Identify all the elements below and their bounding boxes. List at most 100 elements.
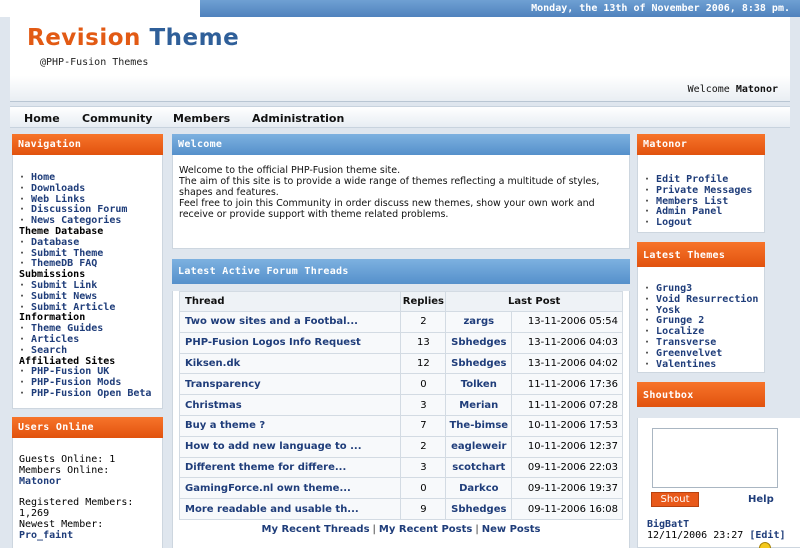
- table-row: Christmas 3 Merian 11-11-2006 07:28: [178, 394, 623, 416]
- last-post-author[interactable]: Merian: [445, 394, 513, 416]
- table-header-row: Thread Replies Last Post: [178, 291, 623, 312]
- reply-count: 3: [400, 394, 447, 416]
- reply-count: 7: [400, 414, 447, 437]
- nav-link[interactable]: Submit News: [19, 291, 162, 303]
- welcome-panel: Welcome to the official PHP-Fusion theme…: [172, 155, 630, 249]
- reply-count: 3: [400, 456, 447, 479]
- help-link[interactable]: Help: [748, 494, 774, 505]
- table-row: Different theme for differe... 3 scotchart…: [178, 456, 623, 479]
- thread-link[interactable]: Kiksen.dk: [178, 352, 402, 375]
- thread-link[interactable]: PHP-Fusion Logos Info Request: [178, 331, 402, 354]
- online-member-link[interactable]: Matonor: [19, 476, 162, 487]
- logo-subtitle: @PHP-Fusion Themes: [40, 57, 149, 68]
- theme-link[interactable]: Greenvelvet: [644, 348, 764, 360]
- last-post-date: 13-11-2006 05:54: [511, 311, 623, 333]
- reply-count: 0: [400, 477, 447, 500]
- table-row: How to add new language to ... 2 eagleweir…: [178, 435, 623, 458]
- logo-word-1: Revision: [27, 25, 141, 51]
- table-row: Two wow sites and a Footbal... 2 zargs 13-1…: [178, 311, 623, 333]
- nav-link[interactable]: Downloads: [19, 183, 162, 195]
- date-bar-spacer: [0, 0, 200, 17]
- new-posts-link[interactable]: New Posts: [482, 524, 541, 535]
- user-menu-link[interactable]: Private Messages: [644, 185, 764, 197]
- thread-link[interactable]: How to add new language to ...: [178, 435, 402, 458]
- forum-threads-panel: Thread Replies Last Post Two wow sites a…: [172, 291, 630, 548]
- navigation-panel: HomeDownloadsWeb LinksDiscussion ForumNe…: [12, 155, 163, 409]
- last-post-date: 13-11-2006 04:03: [511, 331, 623, 354]
- last-post-author[interactable]: eagleweir: [445, 435, 513, 458]
- users-online-title: Users Online: [12, 416, 163, 438]
- latest-themes-panel: Grung3Void ResurrectionYoskGrunge 2Local…: [637, 267, 765, 373]
- col-replies: Replies: [400, 291, 447, 312]
- user-menu-link[interactable]: Logout: [644, 217, 764, 229]
- shoutbox-panel: Shout Help BigBatT 12/11/2006 23:27 [Edi…: [637, 418, 800, 548]
- last-post-author[interactable]: scotchart: [445, 456, 513, 479]
- nav-link[interactable]: PHP-Fusion Open Beta: [19, 388, 162, 400]
- welcome-message: Welcome Matonor: [688, 84, 778, 95]
- my-recent-posts-link[interactable]: My Recent Posts: [379, 524, 472, 535]
- last-post-date: 10-11-2006 12:37: [511, 435, 623, 458]
- thread-link[interactable]: Different theme for differe...: [178, 456, 402, 479]
- last-post-author[interactable]: zargs: [445, 311, 513, 333]
- shoutbox-title: Shoutbox: [637, 382, 765, 407]
- last-post-author[interactable]: Darkco: [445, 477, 513, 500]
- forum-links: My Recent Threads | My Recent Posts | New Po…: [173, 524, 629, 535]
- last-post-author[interactable]: Sbhedges: [445, 498, 513, 520]
- table-row: More readable and usable th... 9 Sbhedges 0…: [178, 498, 623, 520]
- guests-online: Guests Online: 1: [19, 453, 116, 465]
- shout-edit-link[interactable]: [Edit]: [749, 530, 785, 541]
- nav-link[interactable]: Database: [19, 237, 162, 249]
- reply-count: 2: [400, 435, 447, 458]
- last-post-author[interactable]: Sbhedges: [445, 352, 513, 375]
- current-date: Monday, the 13th of November 2006, 8:38 …: [531, 3, 790, 14]
- my-recent-threads-link[interactable]: My Recent Threads: [262, 524, 370, 535]
- welcome-line: Feel free to join this Community in orde…: [179, 198, 595, 220]
- menu-members[interactable]: Members: [173, 112, 230, 125]
- registered-members-label: Registered Members:: [19, 496, 134, 508]
- last-post-date: 09-11-2006 19:37: [511, 477, 623, 500]
- last-post-date: 11-11-2006 07:28: [511, 394, 623, 416]
- reply-count: 0: [400, 373, 447, 396]
- reply-count: 2: [400, 311, 447, 333]
- left-column: Navigation HomeDownloadsWeb LinksDiscuss…: [12, 134, 163, 548]
- col-thread: Thread: [178, 291, 402, 312]
- theme-link[interactable]: Valentines: [644, 359, 764, 371]
- welcome-username: Matonor: [735, 84, 778, 95]
- last-post-date: 09-11-2006 16:08: [511, 498, 623, 520]
- col-last-post: Last Post: [445, 291, 623, 312]
- theme-link[interactable]: Void Resurrection: [644, 294, 764, 306]
- last-post-author[interactable]: Tolken: [445, 373, 513, 396]
- menu-home[interactable]: Home: [24, 112, 60, 125]
- last-post-date: 10-11-2006 17:53: [511, 414, 623, 437]
- newest-member-link[interactable]: Pro_faint: [19, 530, 162, 541]
- thread-link[interactable]: Two wow sites and a Footbal...: [178, 311, 402, 333]
- last-post-author[interactable]: Sbhedges: [445, 331, 513, 354]
- navigation-panel-title: Navigation: [12, 134, 163, 155]
- members-online-label: Members Online:: [19, 464, 110, 476]
- table-row: Buy a theme ? 7 The-bimse 10-11-2006 17:53: [178, 414, 623, 437]
- last-post-author[interactable]: The-bimse: [445, 414, 513, 437]
- center-column: Welcome Welcome to the official PHP-Fusi…: [172, 134, 630, 548]
- shout-button[interactable]: Shout: [651, 492, 699, 507]
- user-panel-title: Matonor: [637, 134, 765, 155]
- site-logo[interactable]: Revision Theme: [27, 25, 239, 51]
- shout-author-link[interactable]: BigBatT: [647, 519, 785, 530]
- thread-link[interactable]: Christmas: [178, 394, 402, 416]
- welcome-panel-title: Welcome: [172, 134, 630, 155]
- table-row: GamingForce.nl own theme... 0 Darkco 09-11-…: [178, 477, 623, 500]
- thread-link[interactable]: GamingForce.nl own theme...: [178, 477, 402, 500]
- separator: |: [372, 523, 376, 535]
- welcome-line: The aim of this site is to provide a wid…: [179, 176, 600, 198]
- thread-link[interactable]: More readable and usable th...: [178, 498, 402, 520]
- registered-members-count: 1,269: [19, 507, 50, 519]
- menu-administration[interactable]: Administration: [252, 112, 344, 125]
- shout-textarea[interactable]: [652, 428, 778, 488]
- reply-count: 9: [400, 498, 447, 520]
- thread-link[interactable]: Transparency: [178, 373, 402, 396]
- shout-date: 12/11/2006 23:27: [647, 530, 744, 541]
- nav-link[interactable]: Search: [19, 345, 162, 357]
- newest-member-label: Newest Member:: [19, 518, 104, 530]
- thread-link[interactable]: Buy a theme ?: [178, 414, 402, 437]
- menu-community[interactable]: Community: [82, 112, 152, 125]
- reply-count: 12: [400, 352, 447, 375]
